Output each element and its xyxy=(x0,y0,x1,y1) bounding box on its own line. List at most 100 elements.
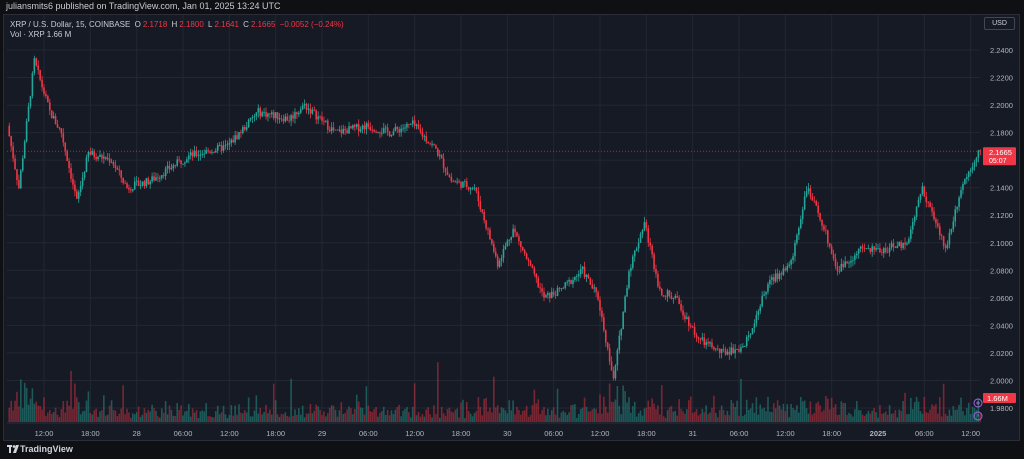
candle-body xyxy=(574,276,576,281)
candle-body xyxy=(809,188,812,197)
volume-bar xyxy=(852,416,854,422)
candle-body xyxy=(180,160,182,165)
candle-body xyxy=(33,58,36,74)
volume-bar xyxy=(143,408,146,422)
volume-bar xyxy=(58,417,61,422)
candle-body xyxy=(479,201,482,210)
candle-body xyxy=(230,139,233,144)
candle-body xyxy=(41,79,43,88)
candle-body xyxy=(72,178,74,185)
candle-body xyxy=(87,151,90,158)
volume-bar xyxy=(657,405,659,422)
candle-body xyxy=(170,168,173,170)
candle-body xyxy=(43,87,45,95)
candle-body xyxy=(74,184,76,192)
candle-body xyxy=(437,148,439,156)
candle-body xyxy=(402,128,404,130)
volume-bar xyxy=(400,416,402,422)
candle-body xyxy=(938,226,941,236)
candle-body xyxy=(342,128,345,134)
volume-bar xyxy=(274,400,277,422)
volume-bar xyxy=(618,405,621,422)
candle-body xyxy=(688,317,690,326)
volume-bar xyxy=(579,408,582,422)
candle-body xyxy=(558,287,561,289)
candle-body xyxy=(400,128,402,133)
volume-bar xyxy=(465,401,468,422)
candle-body xyxy=(836,266,839,272)
volume-bar xyxy=(763,407,765,422)
volume-bar xyxy=(292,415,294,422)
symbol-legend[interactable]: XRP / U.S. Dollar, 15, COINBASE O 2.1718 … xyxy=(10,20,346,29)
volume-bar xyxy=(639,410,642,422)
volume-bar xyxy=(811,414,814,422)
volume-bar xyxy=(81,411,84,422)
volume-bar xyxy=(265,404,267,422)
candle-body xyxy=(871,246,874,252)
volume-bar xyxy=(902,401,904,422)
volume-bar xyxy=(211,417,213,422)
candle-body xyxy=(18,180,20,189)
tradingview-brand[interactable]: TradingView xyxy=(20,444,73,454)
volume-bar xyxy=(682,411,684,422)
candle-body xyxy=(855,253,858,256)
volume-bar xyxy=(406,407,408,422)
candle-body xyxy=(21,158,24,171)
candle-body xyxy=(269,113,271,115)
volume-bar xyxy=(630,412,632,422)
candle-body xyxy=(199,154,202,156)
candle-body xyxy=(942,236,945,246)
candle-body xyxy=(191,152,194,157)
candle-body xyxy=(906,243,908,245)
candlestick-chart[interactable]: 2.24002.22002.20002.18002.16002.14002.12… xyxy=(0,0,1024,459)
candle-body xyxy=(693,326,696,335)
x-tick-label: 06:00 xyxy=(174,429,193,438)
volume-bar xyxy=(915,396,918,422)
volume-bar xyxy=(510,410,512,422)
candle-body xyxy=(421,131,424,137)
volume-bar xyxy=(894,410,897,422)
candle-body xyxy=(365,123,368,130)
volume-bar xyxy=(556,388,559,422)
candle-body xyxy=(116,167,119,170)
candle-body xyxy=(145,178,148,187)
volume-bar xyxy=(855,400,858,422)
volume-bar xyxy=(85,400,88,422)
candle-body xyxy=(114,164,117,168)
tradingview-logo-icon[interactable] xyxy=(7,444,19,454)
candle-body xyxy=(732,347,735,354)
x-tick-label: 12:00 xyxy=(591,429,610,438)
currency-button[interactable]: USD xyxy=(984,17,1015,30)
volume-bar xyxy=(462,399,464,422)
candle-body xyxy=(477,191,480,202)
volume-bar xyxy=(236,414,238,422)
candle-body xyxy=(676,296,679,298)
volume-bar xyxy=(550,410,553,422)
volume-bar xyxy=(172,415,175,422)
volume-bar xyxy=(680,408,682,422)
candle-body xyxy=(649,242,651,246)
candle-body xyxy=(23,141,26,159)
candle-body xyxy=(278,118,281,120)
volume-bar xyxy=(651,398,653,422)
volume-bar xyxy=(437,362,439,422)
volume-bar xyxy=(875,412,877,422)
volume-bar xyxy=(207,416,209,422)
candle-body xyxy=(533,268,536,274)
y-tick-label: 2.0400 xyxy=(990,321,1013,330)
volume-bar xyxy=(89,412,92,422)
candle-body xyxy=(382,128,385,133)
candle-body xyxy=(203,153,206,155)
candle-body xyxy=(815,201,818,206)
y-tick-label: 2.2400 xyxy=(990,46,1013,55)
candle-body xyxy=(639,234,642,243)
volume-bar xyxy=(803,400,806,422)
candle-body xyxy=(433,143,435,146)
volume-bar xyxy=(421,414,424,422)
y-tick-label: 2.2200 xyxy=(990,74,1013,83)
candle-body xyxy=(962,184,964,191)
candle-body xyxy=(25,121,28,142)
candle-body xyxy=(81,177,84,186)
volume-legend[interactable]: Vol · XRP 1.66 M xyxy=(10,30,71,39)
candle-body xyxy=(110,162,113,163)
